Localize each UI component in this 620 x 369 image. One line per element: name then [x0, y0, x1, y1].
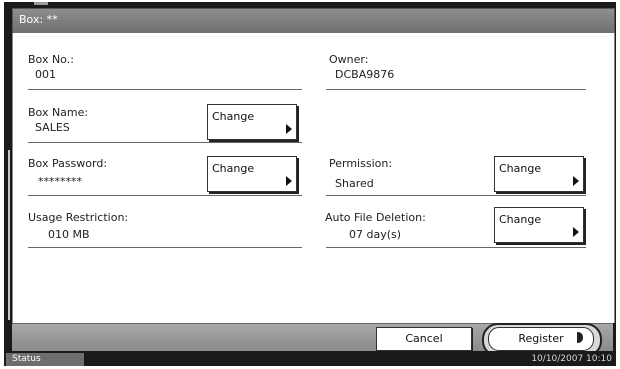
box-name-divider — [28, 142, 302, 143]
box-password-value: ******** — [38, 175, 82, 188]
box-name-label: Box Name: — [28, 106, 89, 119]
usage-restriction-value: 010 MB — [48, 228, 90, 241]
box-no-value: 001 — [35, 68, 56, 81]
usage-restriction-divider — [28, 247, 302, 248]
date-time: 10/10/2007 10:10 — [531, 354, 612, 364]
owner-divider — [326, 89, 586, 90]
change-label: Change — [499, 213, 542, 226]
box-name-change-button[interactable]: Change — [207, 104, 297, 140]
cancel-button[interactable]: Cancel — [376, 327, 472, 351]
box-password-label: Box Password: — [28, 157, 108, 170]
box-password-change-button[interactable]: Change — [207, 156, 297, 192]
status-button[interactable]: Status — [6, 353, 84, 366]
permission-value: Shared — [335, 177, 374, 190]
auto-file-deletion-change-button[interactable]: Change — [494, 207, 584, 243]
title-bar: Box: ** — [12, 8, 615, 34]
change-label: Change — [212, 110, 255, 123]
status-bar — [4, 351, 616, 366]
change-label: Change — [212, 162, 255, 175]
left-accent-bar — [8, 150, 10, 320]
box-password-divider — [28, 195, 302, 196]
arrow-right-icon — [286, 124, 292, 134]
owner-value: DCBA9876 — [335, 68, 395, 81]
tab-notch — [34, 2, 48, 5]
change-label: Change — [499, 162, 542, 175]
auto-file-deletion-value: 07 day(s) — [349, 228, 402, 241]
permission-divider — [326, 195, 586, 196]
arrow-right-icon — [286, 176, 292, 186]
box-no-label: Box No.: — [28, 53, 74, 66]
box-name-value: SALES — [35, 121, 70, 134]
owner-label: Owner: — [329, 53, 369, 66]
arrow-right-icon — [573, 176, 579, 186]
box-no-divider — [28, 89, 302, 90]
usage-restriction-label: Usage Restriction: — [28, 211, 129, 224]
window-title: Box: ** — [19, 13, 58, 26]
auto-file-deletion-label: Auto File Deletion: — [325, 211, 426, 224]
auto-file-deletion-divider — [326, 247, 586, 248]
permission-change-button[interactable]: Change — [494, 156, 584, 192]
permission-label: Permission: — [329, 157, 393, 170]
arrow-right-icon — [573, 227, 579, 237]
